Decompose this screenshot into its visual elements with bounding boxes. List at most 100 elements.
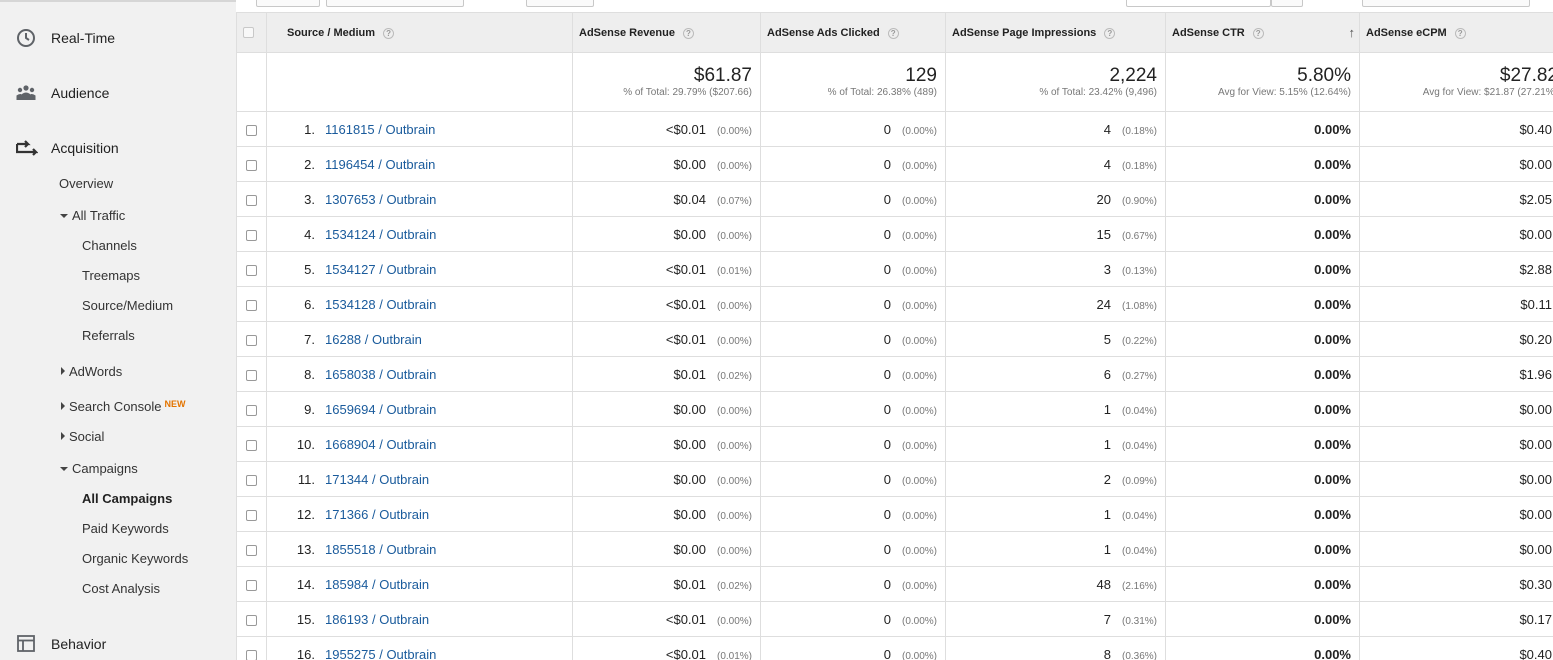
advanced-filter-button[interactable] [1271,0,1303,7]
row-select-cell[interactable] [236,496,267,532]
row-checkbox[interactable] [246,439,257,451]
toolbar-button[interactable] [526,0,594,7]
col-header-ctr[interactable]: AdSense CTR? ↑ [1165,12,1360,53]
row-checkbox[interactable] [246,334,257,346]
row-select-cell[interactable] [236,391,267,427]
clicks-value: 0 [883,576,891,592]
help-icon[interactable]: ? [1104,27,1116,39]
help-icon[interactable]: ? [1252,27,1264,39]
source-medium-link[interactable]: 185984 / Outbrain [325,577,429,592]
select-all-checkbox[interactable] [243,27,254,39]
row-select-cell[interactable] [236,461,267,497]
row-select-cell[interactable] [236,251,267,287]
row-checkbox[interactable] [246,649,257,660]
impressions-value: 24 [1096,296,1111,312]
nav-item-all-traffic[interactable]: All Traffic [60,207,125,225]
source-medium-link[interactable]: 1659694 / Outbrain [325,402,436,417]
source-medium-link[interactable]: 1534128 / Outbrain [325,297,436,312]
sort-ascending-icon[interactable]: ↑ [1349,25,1356,40]
impressions-percent: (0.04%) [1121,545,1157,557]
ecpm-cell: $1.96 [1359,356,1553,392]
clicks-value: 0 [883,471,891,487]
row-select-cell[interactable] [236,356,267,392]
row-checkbox[interactable] [246,369,257,381]
col-header-ecpm[interactable]: AdSense eCPM? [1359,12,1553,53]
row-checkbox[interactable] [246,229,257,241]
row-checkbox[interactable] [246,509,257,521]
nav-item-referrals[interactable]: Referrals [82,327,135,345]
nav-item-social[interactable]: Social [61,428,104,446]
row-select-cell[interactable] [236,181,267,217]
toolbar-dropdown[interactable] [326,0,464,7]
row-select-cell[interactable] [236,601,267,637]
row-select-cell[interactable] [236,636,267,660]
row-select-cell[interactable] [236,531,267,567]
nav-item-cost-analysis[interactable]: Cost Analysis [82,580,160,598]
row-select-cell[interactable] [236,216,267,252]
source-medium-link[interactable]: 171344 / Outbrain [325,472,429,487]
row-select-cell[interactable] [236,321,267,357]
ctr-cell: 0.00% [1165,356,1360,392]
nav-section-realtime[interactable]: Real-Time [0,23,236,53]
nav-item-campaigns[interactable]: Campaigns [60,460,138,478]
clicks-cell: 0 (0.00%) [760,111,946,147]
col-header-source-medium[interactable]: Source / Medium? [266,12,573,53]
view-mode-buttons[interactable] [1362,0,1530,7]
nav-item-source-medium[interactable]: Source/Medium [82,297,173,315]
row-select-cell[interactable] [236,286,267,322]
revenue-percent: (0.00%) [716,405,752,417]
source-medium-link[interactable]: 1658038 / Outbrain [325,367,436,382]
col-header-page-impressions[interactable]: AdSense Page Impressions? [945,12,1166,53]
source-medium-link[interactable]: 1668904 / Outbrain [325,437,436,452]
help-icon[interactable]: ? [383,27,395,39]
source-medium-link[interactable]: 1161815 / Outbrain [325,122,435,137]
row-checkbox[interactable] [246,299,257,311]
row-checkbox[interactable] [246,474,257,486]
row-select-cell[interactable] [236,566,267,602]
help-icon[interactable]: ? [887,27,899,39]
nav-section-audience[interactable]: Audience [0,78,236,108]
source-medium-link[interactable]: 1855518 / Outbrain [325,542,436,557]
row-checkbox[interactable] [246,579,257,591]
row-select-cell[interactable] [236,426,267,462]
nav-item-search-console[interactable]: Search Console NEW [61,395,186,416]
source-medium-link[interactable]: 1307653 / Outbrain [325,192,436,207]
help-icon[interactable]: ? [682,27,694,39]
row-checkbox[interactable] [246,194,257,206]
source-medium-link[interactable]: 1534127 / Outbrain [325,262,436,277]
nav-item-overview[interactable]: Overview [59,175,113,193]
source-medium-link[interactable]: 186193 / Outbrain [325,612,429,627]
table-search-input[interactable] [1126,0,1271,7]
toolbar-button[interactable] [256,0,320,7]
help-icon[interactable]: ? [1454,27,1466,39]
nav-item-all-campaigns[interactable]: All Campaigns [82,490,172,508]
nav-item-paid-keywords[interactable]: Paid Keywords [82,520,169,538]
source-medium-link[interactable]: 16288 / Outbrain [325,332,422,347]
select-all-cell[interactable] [236,12,267,53]
row-checkbox[interactable] [246,404,257,416]
clicks-percent: (0.00%) [901,510,937,522]
row-checkbox[interactable] [246,614,257,626]
source-medium-link[interactable]: 171366 / Outbrain [325,507,429,522]
impressions-percent: (0.22%) [1121,335,1157,347]
col-header-revenue[interactable]: AdSense Revenue? [572,12,761,53]
source-medium-link[interactable]: 1534124 / Outbrain [325,227,436,242]
source-medium-link[interactable]: 1955275 / Outbrain [325,647,436,660]
row-checkbox[interactable] [246,159,257,171]
row-select-cell[interactable] [236,111,267,147]
impressions-percent: (1.08%) [1121,300,1157,312]
impressions-percent: (0.13%) [1121,265,1157,277]
col-header-ads-clicked[interactable]: AdSense Ads Clicked? [760,12,946,53]
nav-section-acquisition[interactable]: Acquisition [0,133,236,163]
row-select-cell[interactable] [236,146,267,182]
nav-item-channels[interactable]: Channels [82,237,137,255]
source-medium-link[interactable]: 1196454 / Outbrain [325,157,435,172]
nav-section-behavior[interactable]: Behavior [0,629,236,659]
row-checkbox[interactable] [246,124,257,136]
nav-item-treemaps[interactable]: Treemaps [82,267,140,285]
impressions-cell: 6 (0.27%) [945,356,1166,392]
nav-item-adwords[interactable]: AdWords [61,363,122,381]
row-checkbox[interactable] [246,264,257,276]
nav-item-organic-keywords[interactable]: Organic Keywords [82,550,188,568]
row-checkbox[interactable] [246,544,257,556]
